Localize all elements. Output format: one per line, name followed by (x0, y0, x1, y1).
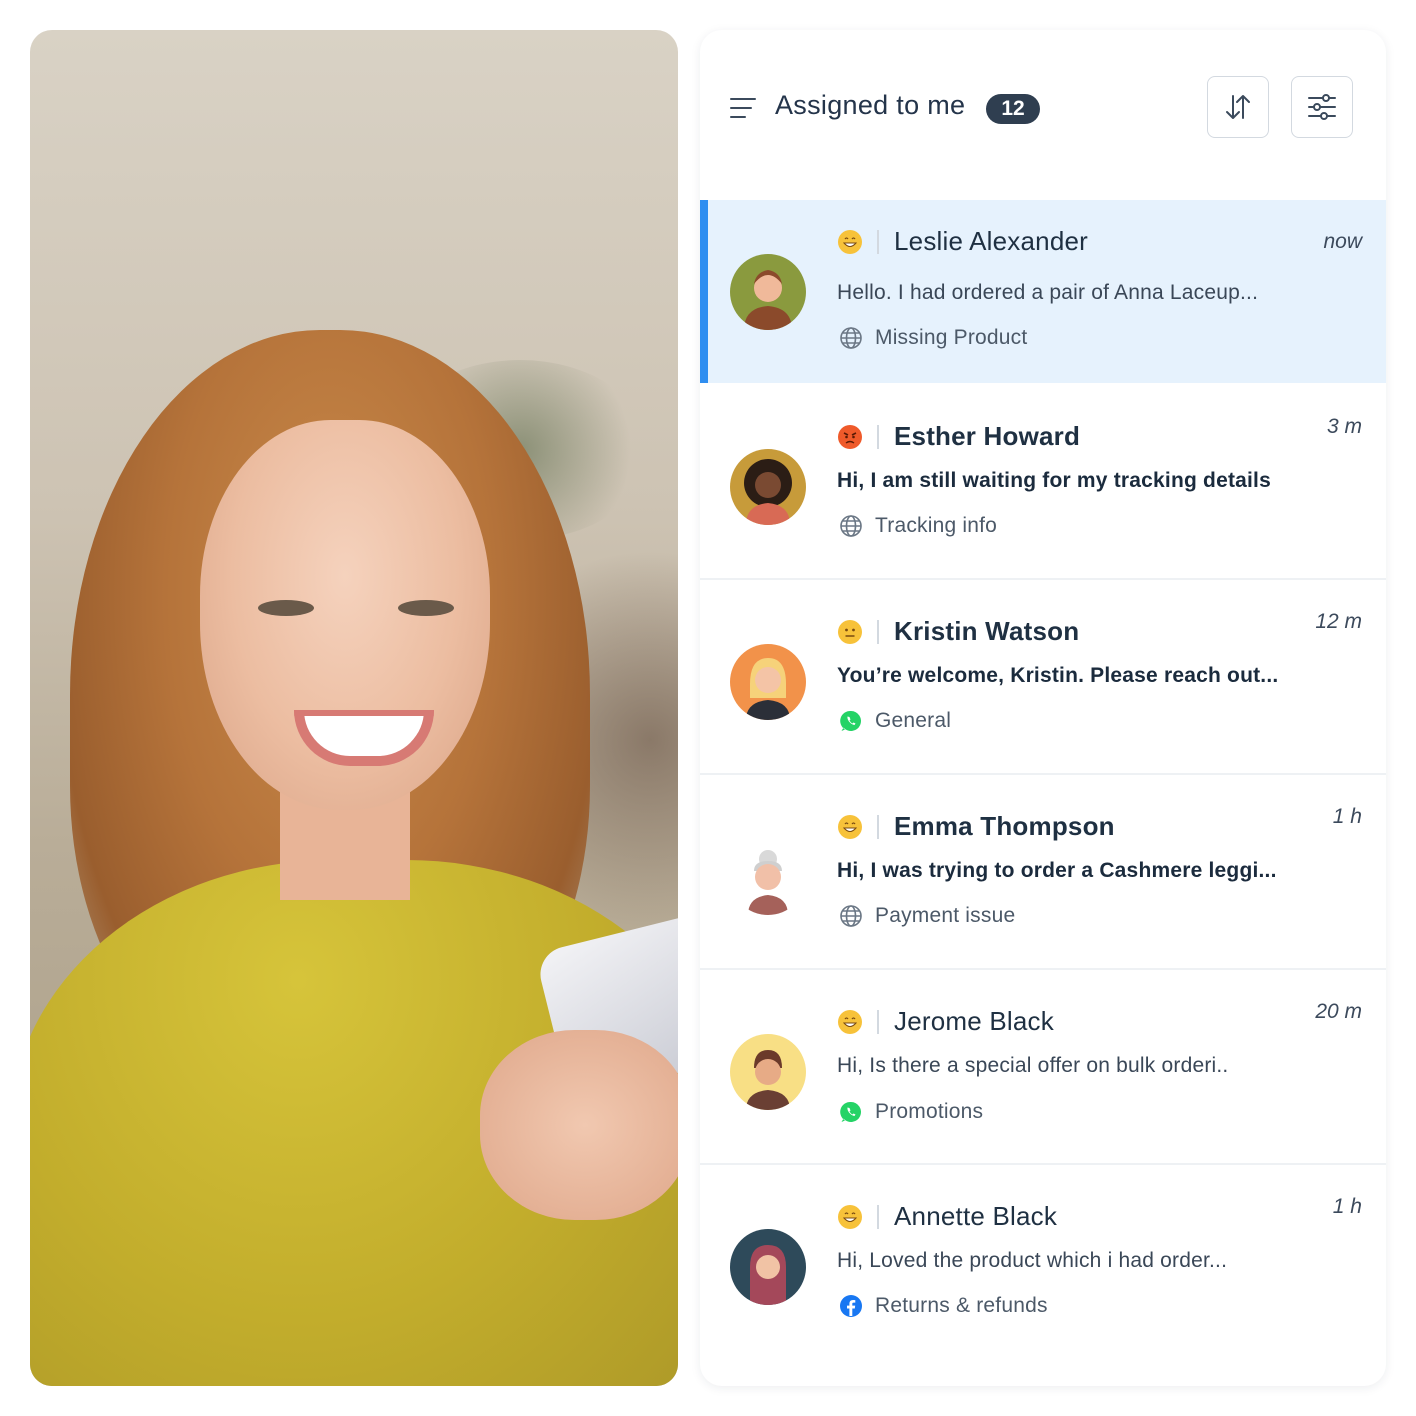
contact-name: Annette Black (894, 1201, 1058, 1231)
timestamp: 1 h (1332, 805, 1362, 828)
neutral-emoji-icon (838, 620, 862, 644)
inbox-count-badge: 12 (986, 94, 1040, 124)
conversation-tag: Payment issue (875, 904, 1016, 927)
contact-name: Esther Howard (894, 421, 1081, 451)
inbox-panel: Assigned to me 12 Leslie Alexander now H… (700, 30, 1386, 1386)
grin-emoji-icon (838, 1010, 862, 1034)
menu-icon[interactable] (730, 96, 756, 120)
sort-button[interactable] (1207, 76, 1269, 138)
conversation-item[interactable]: Annette Black 1 h Hi, Loved the product … (700, 1165, 1386, 1358)
conversation-item[interactable]: Jerome Black 20 m Hi, Is there a special… (700, 970, 1386, 1165)
inbox-title[interactable]: Assigned to me (775, 90, 965, 121)
message-preview: Hi, I was trying to order a Cashmere leg… (837, 859, 1277, 882)
separator (877, 1205, 879, 1229)
conversation-list: Leslie Alexander now Hello. I had ordere… (700, 200, 1386, 1358)
contact-name: Jerome Black (894, 1006, 1054, 1036)
inbox-header: Assigned to me 12 (700, 30, 1386, 200)
grin-emoji-icon (838, 815, 862, 839)
photo-eye (398, 600, 454, 616)
conversation-tag: Missing Product (875, 326, 1028, 349)
conversation-item[interactable]: Emma Thompson 1 h Hi, I was trying to or… (700, 775, 1386, 970)
conversation-tag: General (875, 709, 952, 732)
customer-photo (30, 30, 678, 1386)
timestamp: now (1323, 230, 1362, 253)
message-preview: Hi, Loved the product which i had order.… (837, 1249, 1228, 1272)
conversation-tag: Tracking info (875, 514, 998, 537)
message-preview: Hi, I am still waiting for my tracking d… (837, 469, 1271, 492)
avatar (730, 449, 806, 525)
facebook-icon (840, 1295, 862, 1317)
whatsapp-icon (840, 710, 862, 731)
avatar (730, 644, 806, 720)
photo-eye (258, 600, 314, 616)
contact-name: Kristin Watson (894, 616, 1080, 646)
conversation-tag: Returns & refunds (875, 1294, 1048, 1317)
conversation-item[interactable]: Kristin Watson 12 m You’re welcome, Kris… (700, 580, 1386, 775)
avatar (730, 254, 806, 330)
conversation-item[interactable]: Esther Howard 3 m Hi, I am still waiting… (700, 385, 1386, 580)
whatsapp-icon (840, 1101, 862, 1122)
globe-icon (840, 905, 862, 927)
timestamp: 3 m (1326, 415, 1362, 438)
photo-hand (480, 1030, 678, 1220)
separator (877, 620, 879, 644)
separator (877, 815, 879, 839)
timestamp: 1 h (1332, 1195, 1362, 1218)
message-preview: You’re welcome, Kristin. Please reach ou… (837, 664, 1279, 687)
avatar (730, 1229, 806, 1305)
grin-emoji-icon (838, 230, 862, 254)
message-preview: Hello. I had ordered a pair of Anna Lace… (837, 281, 1259, 304)
contact-name: Leslie Alexander (894, 226, 1088, 256)
timestamp: 20 m (1315, 1000, 1362, 1023)
avatar (730, 839, 806, 915)
timestamp: 12 m (1315, 610, 1362, 633)
contact-name: Emma Thompson (894, 811, 1115, 841)
filter-button[interactable] (1291, 76, 1353, 138)
grin-emoji-icon (838, 1205, 862, 1229)
filter-sliders-icon (1308, 94, 1336, 120)
separator (877, 230, 879, 254)
conversation-tag: Promotions (875, 1100, 984, 1123)
sort-icon (1226, 95, 1250, 119)
conversation-item[interactable]: Leslie Alexander now Hello. I had ordere… (700, 200, 1386, 383)
message-preview: Hi, Is there a special offer on bulk ord… (837, 1054, 1229, 1077)
separator (877, 1010, 879, 1034)
globe-icon (840, 327, 862, 349)
separator (877, 425, 879, 449)
angry-emoji-icon (838, 425, 862, 449)
avatar (730, 1034, 806, 1110)
globe-icon (840, 515, 862, 537)
